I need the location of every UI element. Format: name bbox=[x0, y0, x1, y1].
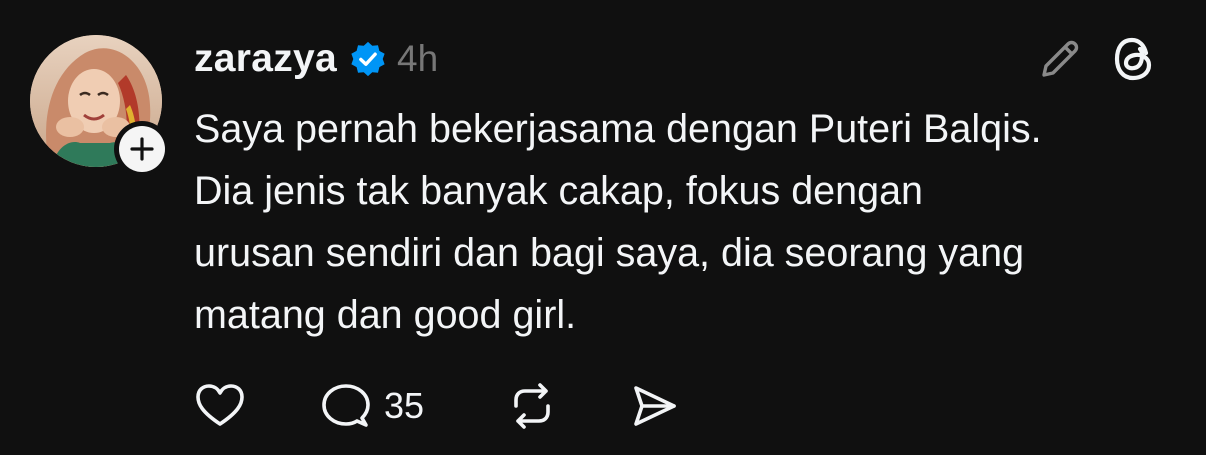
post-text: Saya pernah bekerjasama dengan Puteri Ba… bbox=[194, 98, 1184, 346]
pencil-icon[interactable] bbox=[1035, 34, 1085, 84]
repost-icon bbox=[504, 378, 560, 434]
post-text-line: Dia jenis tak banyak cakap, fokus dengan bbox=[194, 169, 924, 213]
send-icon bbox=[626, 378, 682, 434]
follow-button[interactable] bbox=[114, 121, 170, 177]
post-header: zarazya 4h bbox=[194, 34, 438, 84]
threads-post: zarazya 4h Saya pernah bekerjasama denga… bbox=[0, 0, 1206, 455]
reply-button[interactable]: 35 bbox=[318, 378, 424, 434]
post-text-line: urusan sendiri dan bagi saya, dia seoran… bbox=[194, 231, 1025, 275]
heart-icon bbox=[192, 378, 248, 434]
plus-icon bbox=[119, 126, 165, 172]
post-text-line: matang dan good girl. bbox=[194, 293, 577, 337]
reply-count: 35 bbox=[384, 385, 425, 426]
threads-logo-icon[interactable] bbox=[1109, 33, 1161, 85]
avatar-container bbox=[30, 35, 170, 177]
post-actions: 35 bbox=[192, 378, 892, 434]
post-text-line: Saya pernah bekerjasama dengan Puteri Ba… bbox=[194, 107, 1042, 151]
repost-button[interactable] bbox=[504, 378, 560, 434]
post-timestamp: 4h bbox=[397, 38, 439, 79]
comment-icon bbox=[318, 378, 374, 434]
verified-badge-icon bbox=[349, 40, 387, 78]
like-button[interactable] bbox=[192, 378, 248, 434]
username[interactable]: zarazya bbox=[194, 37, 337, 81]
share-button[interactable] bbox=[626, 378, 682, 434]
